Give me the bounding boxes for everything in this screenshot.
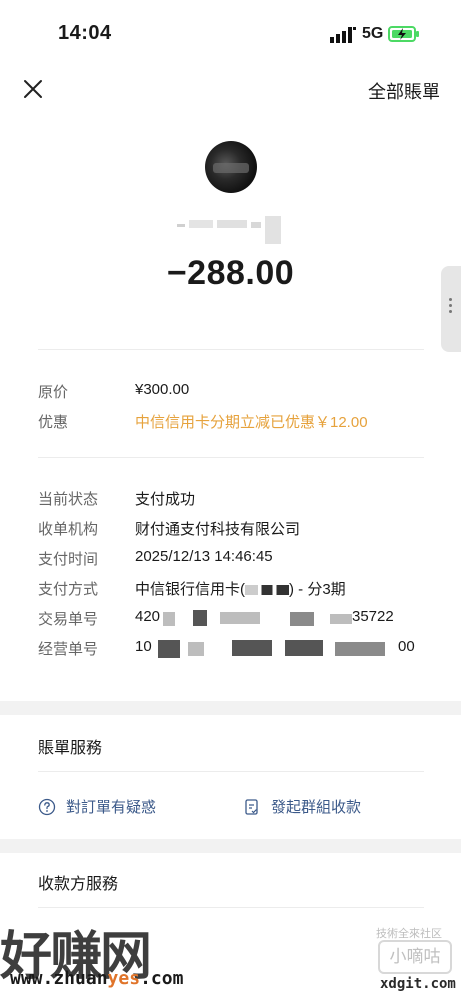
redaction bbox=[290, 612, 314, 626]
transaction-id-start: 420 bbox=[135, 608, 161, 625]
status-label: 当前状态 bbox=[38, 491, 99, 508]
payment-time-label: 支付时间 bbox=[38, 551, 99, 568]
redaction bbox=[220, 612, 260, 624]
payment-method-label: 支付方式 bbox=[38, 581, 99, 598]
card-number-redacted bbox=[245, 585, 289, 596]
payment-amount: −288.00 bbox=[166, 254, 295, 292]
original-price-label: 原价 bbox=[38, 384, 69, 401]
watermark-logo: 小嘀咕 bbox=[378, 940, 452, 974]
section-separator bbox=[0, 839, 461, 853]
redaction bbox=[193, 610, 207, 626]
order-doubt-label: 對訂單有疑惑 bbox=[66, 799, 157, 816]
merchant-order-end: 00 bbox=[398, 638, 415, 655]
redaction bbox=[188, 642, 204, 656]
payment-method-suffix: ) - 分3期 bbox=[289, 581, 346, 598]
discount-value: 中信信用卡分期立减已优惠￥12.00 bbox=[135, 414, 368, 431]
divider bbox=[38, 771, 424, 772]
status-time: 14:04 bbox=[58, 22, 112, 44]
signal-icon bbox=[330, 27, 356, 43]
question-circle-icon bbox=[38, 798, 56, 815]
side-handle[interactable] bbox=[441, 266, 461, 352]
divider bbox=[38, 457, 424, 458]
redaction bbox=[232, 640, 272, 656]
merchant-avatar bbox=[205, 141, 257, 193]
original-price-value: ¥300.00 bbox=[135, 381, 190, 398]
group-collect-button[interactable]: 發起群組收款 bbox=[243, 796, 361, 817]
watermark-domain: xdgit.com bbox=[380, 976, 456, 992]
transaction-id-end: 35722 bbox=[352, 608, 394, 625]
group-collect-label: 發起群組收款 bbox=[271, 799, 362, 816]
section-separator bbox=[0, 701, 461, 715]
status-value: 支付成功 bbox=[135, 491, 196, 508]
payment-method-prefix: 中信银行信用卡( bbox=[135, 581, 245, 598]
watermark-url: www.zhuanyes.com bbox=[10, 968, 183, 989]
document-check-icon bbox=[245, 798, 258, 815]
redaction bbox=[158, 640, 180, 658]
bill-services-title: 賬單服務 bbox=[38, 740, 103, 757]
watermark-url-prefix: www.zhuan bbox=[10, 968, 108, 989]
redaction bbox=[285, 640, 323, 656]
divider bbox=[38, 907, 424, 908]
all-bills-link[interactable]: 全部賬單 bbox=[368, 78, 440, 104]
merchant-order-start: 10 bbox=[135, 638, 152, 655]
divider bbox=[38, 349, 424, 350]
redaction bbox=[163, 612, 175, 626]
redaction bbox=[335, 642, 385, 656]
watermark-url-highlight: yes bbox=[107, 968, 141, 989]
redaction bbox=[330, 614, 352, 624]
transaction-id-label: 交易单号 bbox=[38, 611, 99, 628]
payee-services-title: 收款方服務 bbox=[38, 876, 119, 893]
payment-method-value: 中信银行信用卡( ) - 分3期 bbox=[135, 578, 346, 599]
watermark-url-suffix: .com bbox=[140, 968, 184, 989]
acquirer-value: 财付通支付科技有限公司 bbox=[135, 521, 301, 538]
merchant-name-redacted bbox=[177, 216, 281, 244]
merchant-order-label: 经营单号 bbox=[38, 641, 99, 658]
network-label: 5G bbox=[362, 25, 384, 42]
close-icon[interactable] bbox=[20, 76, 46, 102]
order-doubt-button[interactable]: 對訂單有疑惑 bbox=[38, 796, 156, 817]
payment-time-value: 2025/12/13 14:46:45 bbox=[135, 548, 273, 565]
battery-charging-icon bbox=[388, 26, 419, 42]
acquirer-label: 收单机构 bbox=[38, 521, 99, 538]
discount-label: 优惠 bbox=[38, 414, 69, 431]
watermark-caption: 技術全來社区 bbox=[376, 928, 442, 940]
